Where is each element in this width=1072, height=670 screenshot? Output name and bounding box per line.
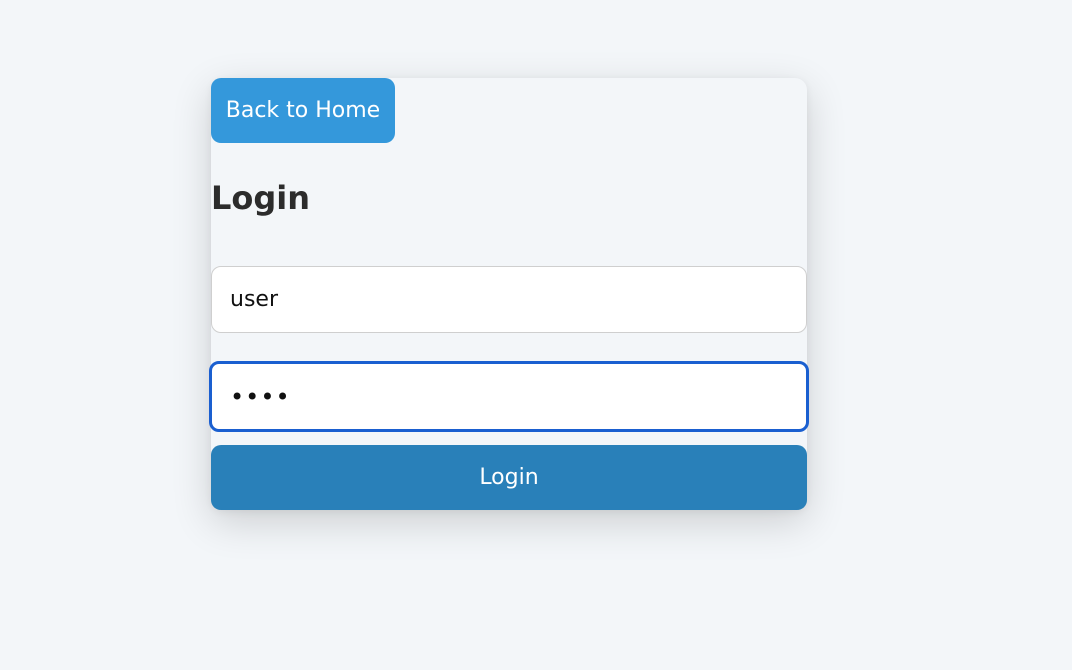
back-to-home-button[interactable]: Back to Home	[211, 78, 395, 143]
login-card: Back to Home Login Login	[209, 78, 809, 510]
page-title: Login	[211, 179, 311, 217]
login-button[interactable]: Login	[211, 445, 807, 510]
password-input[interactable]	[209, 361, 809, 432]
login-page: Back to Home Login Login	[0, 0, 1072, 670]
username-input[interactable]	[211, 266, 807, 333]
